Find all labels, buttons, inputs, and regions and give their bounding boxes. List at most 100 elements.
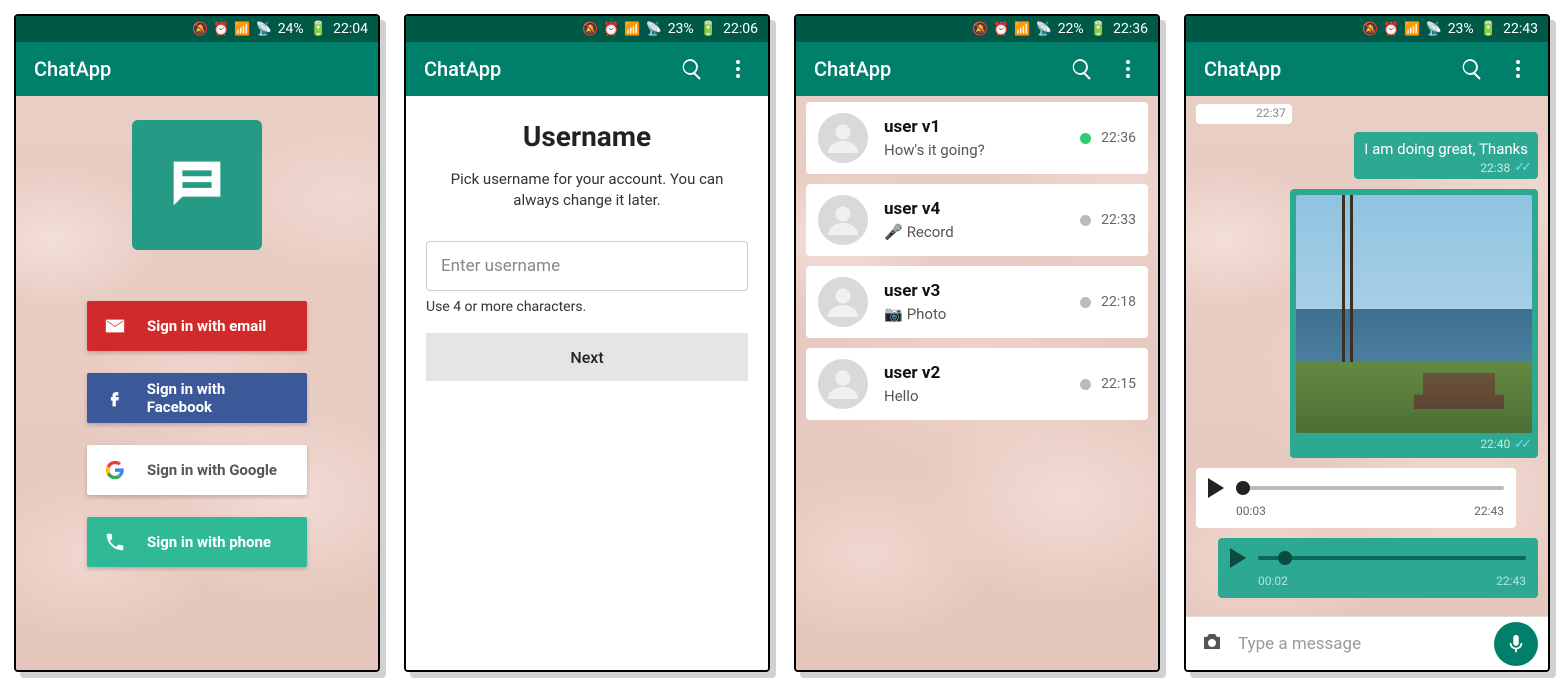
- avatar: [818, 359, 868, 409]
- battery-icon: 🔋: [310, 21, 327, 37]
- chat-preview: How's it going?: [884, 141, 1080, 159]
- presence-dot: [1080, 297, 1091, 308]
- more-icon[interactable]: [726, 57, 750, 81]
- appbar: ChatApp: [406, 42, 768, 96]
- messages-scroll[interactable]: 22:37 I am doing great, Thanks 22:38 ✓✓ …: [1186, 96, 1548, 616]
- avatar: [818, 113, 868, 163]
- google-icon: [101, 460, 129, 480]
- chat-row[interactable]: user v2 Hello 22:15: [806, 348, 1148, 420]
- mic-icon: 🎤: [884, 223, 903, 241]
- camera-icon[interactable]: [1200, 630, 1224, 658]
- elapsed-time: 00:02: [1258, 574, 1288, 588]
- chat-name: user v2: [884, 363, 1080, 383]
- statusbar: 🔕 ⏰ 📶 📡 23% 🔋 22:43: [1186, 16, 1548, 42]
- username-hint: Use 4 or more characters.: [426, 299, 748, 315]
- read-receipt-icon: ✓✓: [1514, 160, 1528, 175]
- phone-icon: [101, 531, 129, 553]
- clock: 22:06: [723, 21, 758, 37]
- chat-preview: Photo: [907, 305, 947, 323]
- chat-name: user v4: [884, 199, 1080, 219]
- wifi-icon: 📶: [1404, 22, 1420, 37]
- app-logo: [132, 120, 262, 250]
- composer-placeholder: Type a message: [1238, 634, 1361, 654]
- status-icons: 🔕 ⏰ 📶 📡: [582, 22, 662, 37]
- chat-row[interactable]: user v4 🎤 Record 22:33: [806, 184, 1148, 256]
- appbar: ChatApp: [1186, 42, 1548, 96]
- mute-icon: 🔕: [1362, 22, 1378, 37]
- battery-percent: 24%: [278, 21, 304, 37]
- composer-input[interactable]: Type a message: [1238, 634, 1480, 654]
- appbar: ChatApp: [796, 42, 1158, 96]
- signin-email-button[interactable]: Sign in with email: [87, 301, 307, 351]
- chatlist-content: user v1 How's it going? 22:36 user v4 🎤 …: [796, 96, 1158, 670]
- search-icon[interactable]: [1460, 57, 1484, 81]
- clock: 22:36: [1113, 21, 1148, 37]
- more-icon[interactable]: [1116, 57, 1140, 81]
- mic-icon: [1505, 633, 1527, 655]
- message-time: 22:43: [1496, 574, 1526, 588]
- app-title: ChatApp: [1204, 57, 1281, 81]
- signin-google-button[interactable]: Sign in with Google: [87, 445, 307, 495]
- record-voice-button[interactable]: [1494, 622, 1538, 666]
- next-button[interactable]: Next: [426, 333, 748, 381]
- username-placeholder: Enter username: [441, 256, 560, 276]
- signin-facebook-button[interactable]: Sign in with Facebook: [87, 373, 307, 423]
- chat-time: 22:36: [1101, 130, 1136, 146]
- app-title: ChatApp: [34, 57, 111, 81]
- incoming-voice-message[interactable]: 00:03 22:43: [1196, 468, 1516, 528]
- wifi-icon: 📶: [624, 22, 640, 37]
- presence-dot: [1080, 379, 1091, 390]
- avatar: [818, 195, 868, 245]
- chat-name: user v3: [884, 281, 1080, 301]
- battery-icon: 🔋: [1090, 21, 1107, 37]
- screen-chatlist: 🔕 ⏰ 📶 📡 22% 🔋 22:36 ChatApp user v1 H: [794, 14, 1160, 672]
- seek-track[interactable]: [1258, 556, 1526, 560]
- play-icon[interactable]: [1230, 548, 1246, 568]
- more-icon[interactable]: [1506, 57, 1530, 81]
- screen-conversation: 🔕 ⏰ 📶 📡 23% 🔋 22:43 ChatApp 22:37 I am d…: [1184, 14, 1550, 672]
- username-input[interactable]: Enter username: [426, 241, 748, 291]
- battery-icon: 🔋: [700, 21, 717, 37]
- signin-facebook-label: Sign in with Facebook: [147, 380, 293, 416]
- chat-row[interactable]: user v3 📷 Photo 22:18: [806, 266, 1148, 338]
- username-subtitle: Pick username for your account. You can …: [426, 169, 748, 211]
- chat-row[interactable]: user v1 How's it going? 22:36: [806, 102, 1148, 174]
- search-icon[interactable]: [680, 57, 704, 81]
- message-time: 22:43: [1474, 504, 1504, 518]
- alarm-icon: ⏰: [1383, 22, 1399, 37]
- signin-email-label: Sign in with email: [147, 317, 266, 335]
- search-icon[interactable]: [1070, 57, 1094, 81]
- message-time: 22:40: [1480, 437, 1510, 452]
- message-composer: Type a message: [1186, 616, 1548, 670]
- seek-track[interactable]: [1236, 486, 1504, 490]
- play-icon[interactable]: [1208, 478, 1224, 498]
- outgoing-voice-message[interactable]: 00:02 22:43: [1218, 538, 1538, 598]
- chat-time: 22:18: [1101, 294, 1136, 310]
- elapsed-time: 00:03: [1236, 504, 1266, 518]
- facebook-icon: [101, 388, 129, 408]
- statusbar: 🔕 ⏰ 📶 📡 24% 🔋 22:04: [16, 16, 378, 42]
- seek-thumb[interactable]: [1278, 551, 1292, 565]
- chat-name: user v1: [884, 117, 1080, 137]
- status-icons: 🔕 ⏰ 📶 📡: [972, 22, 1052, 37]
- chat-time: 22:15: [1101, 376, 1136, 392]
- presence-dot: [1080, 133, 1091, 144]
- statusbar: 🔕 ⏰ 📶 📡 23% 🔋 22:06: [406, 16, 768, 42]
- signin-phone-button[interactable]: Sign in with phone: [87, 517, 307, 567]
- app-title: ChatApp: [814, 57, 891, 81]
- mute-icon: 🔕: [582, 22, 598, 37]
- status-icons: 🔕 ⏰ 📶 📡: [192, 22, 272, 37]
- battery-percent: 22%: [1058, 21, 1084, 37]
- signal-icon: 📡: [256, 22, 272, 37]
- seek-thumb[interactable]: [1236, 481, 1250, 495]
- battery-percent: 23%: [1448, 21, 1474, 37]
- avatar: [818, 277, 868, 327]
- message-text: I am doing great, Thanks: [1364, 140, 1528, 158]
- outgoing-text-message[interactable]: I am doing great, Thanks 22:38 ✓✓: [1354, 132, 1538, 179]
- incoming-message-stub: 22:37: [1196, 104, 1292, 124]
- message-time: 22:38: [1480, 161, 1510, 175]
- signal-icon: 📡: [1426, 22, 1442, 37]
- camera-icon: 📷: [884, 305, 903, 323]
- outgoing-image-message[interactable]: 22:40 ✓✓: [1290, 189, 1538, 458]
- next-label: Next: [570, 348, 603, 367]
